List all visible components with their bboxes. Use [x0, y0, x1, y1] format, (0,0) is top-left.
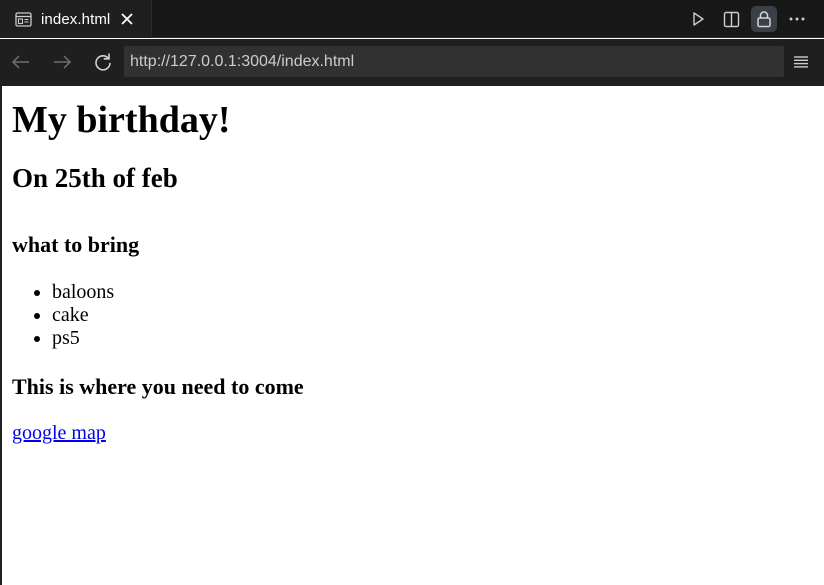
list-item: ps5: [52, 327, 824, 350]
list-item: cake: [52, 304, 824, 327]
more-icon[interactable]: [784, 6, 810, 32]
location-heading: This is where you need to come: [12, 374, 304, 399]
bring-list: baloons cake ps5: [12, 281, 824, 350]
browser-nav-bar: [0, 39, 824, 86]
lock-icon[interactable]: [751, 6, 777, 32]
google-map-link[interactable]: google map: [12, 421, 106, 445]
tab-bar: index.html: [0, 0, 824, 38]
close-icon[interactable]: [119, 11, 135, 27]
bring-heading: what to bring: [12, 232, 140, 257]
arrow-right-icon[interactable]: [49, 49, 75, 75]
tab-title: index.html: [41, 10, 111, 28]
arrow-left-icon[interactable]: [8, 49, 34, 75]
editor-actions: [685, 0, 824, 38]
tab-index-html[interactable]: index.html: [0, 0, 152, 38]
run-icon[interactable]: [685, 6, 711, 32]
reload-icon[interactable]: [90, 49, 116, 75]
split-editor-icon[interactable]: [718, 6, 744, 32]
preview-icon: [14, 10, 32, 28]
page-heading: My birthday!: [12, 99, 231, 141]
url-input[interactable]: [124, 46, 784, 77]
page-viewport: My birthday! On 25th of feb what to brin…: [0, 86, 824, 585]
hamburger-icon[interactable]: [788, 49, 814, 75]
list-item: baloons: [52, 281, 824, 304]
page-subheading: On 25th of feb: [12, 163, 178, 193]
